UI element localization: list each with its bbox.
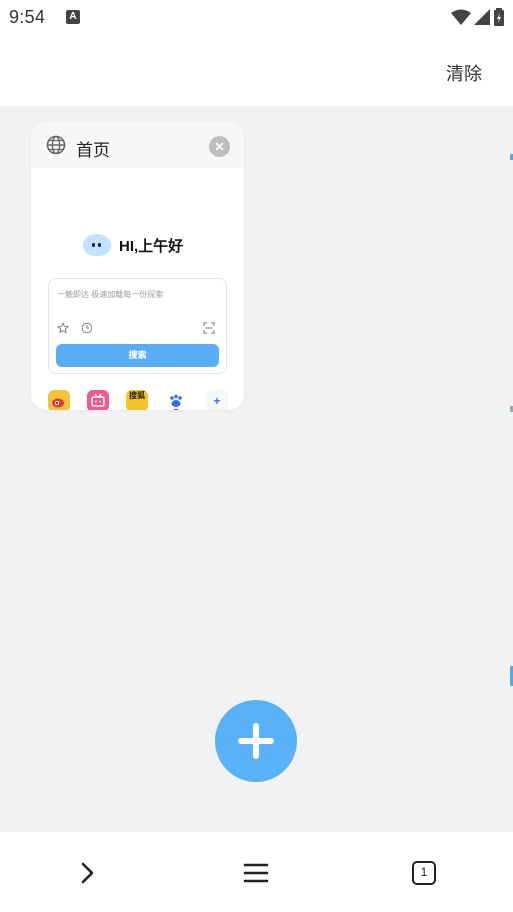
weibo-icon <box>48 390 70 410</box>
forward-button[interactable] <box>72 857 104 889</box>
greeting: HI,上午好 <box>83 234 183 256</box>
close-icon <box>215 142 224 151</box>
preview-quick-links: 搜狐 + <box>48 390 228 410</box>
greeting-text: HI,上午好 <box>119 237 184 255</box>
wifi-icon <box>451 9 471 25</box>
preview-search-button: 搜索 <box>56 344 219 367</box>
notification-icon: A <box>66 10 80 24</box>
tab-count: 1 <box>412 861 436 885</box>
menu-button[interactable] <box>240 857 272 889</box>
tabs-button[interactable]: 1 <box>408 857 440 889</box>
tab-title: 首页 <box>76 141 110 160</box>
tab-manager-header: 清除 <box>0 36 513 106</box>
tab-card-header: 首页 <box>31 122 244 168</box>
clear-button[interactable]: 清除 <box>446 60 482 86</box>
preview-search-placeholder: 一触即达 极速加载每一份探索 <box>57 290 164 299</box>
status-bar: 9:54 A <box>0 0 513 36</box>
status-icons <box>451 8 505 26</box>
star-icon <box>57 322 69 334</box>
add-shortcut-icon: + <box>206 390 228 410</box>
status-time: 9:54 <box>9 7 46 27</box>
tab-preview: HI,上午好 一触即达 极速加载每一份探索 搜索 搜狐 + <box>31 168 244 410</box>
sohu-icon: 搜狐 <box>126 390 148 410</box>
battery-icon <box>494 8 504 26</box>
bottom-nav: 1 <box>0 832 513 912</box>
sohu-label: 搜狐 <box>129 391 145 400</box>
chevron-right-icon <box>81 862 94 884</box>
tabs-area: 首页 HI,上午好 一触即达 极速加载每一份探索 搜索 搜狐 + <box>0 106 513 832</box>
scan-icon <box>203 322 215 334</box>
plus-icon <box>238 723 274 759</box>
tab-card[interactable]: 首页 HI,上午好 一触即达 极速加载每一份探索 搜索 搜狐 + <box>31 122 244 410</box>
preview-search-box: 一触即达 极速加载每一份探索 搜索 <box>48 278 227 374</box>
bilibili-icon <box>87 390 109 410</box>
signal-icon <box>474 9 490 25</box>
close-tab-button[interactable] <box>209 136 230 157</box>
globe-icon <box>46 135 66 155</box>
baidu-icon <box>165 390 187 410</box>
history-icon <box>81 322 93 334</box>
menu-icon <box>243 863 269 883</box>
mascot-icon <box>83 234 111 256</box>
new-tab-button[interactable] <box>215 700 297 782</box>
